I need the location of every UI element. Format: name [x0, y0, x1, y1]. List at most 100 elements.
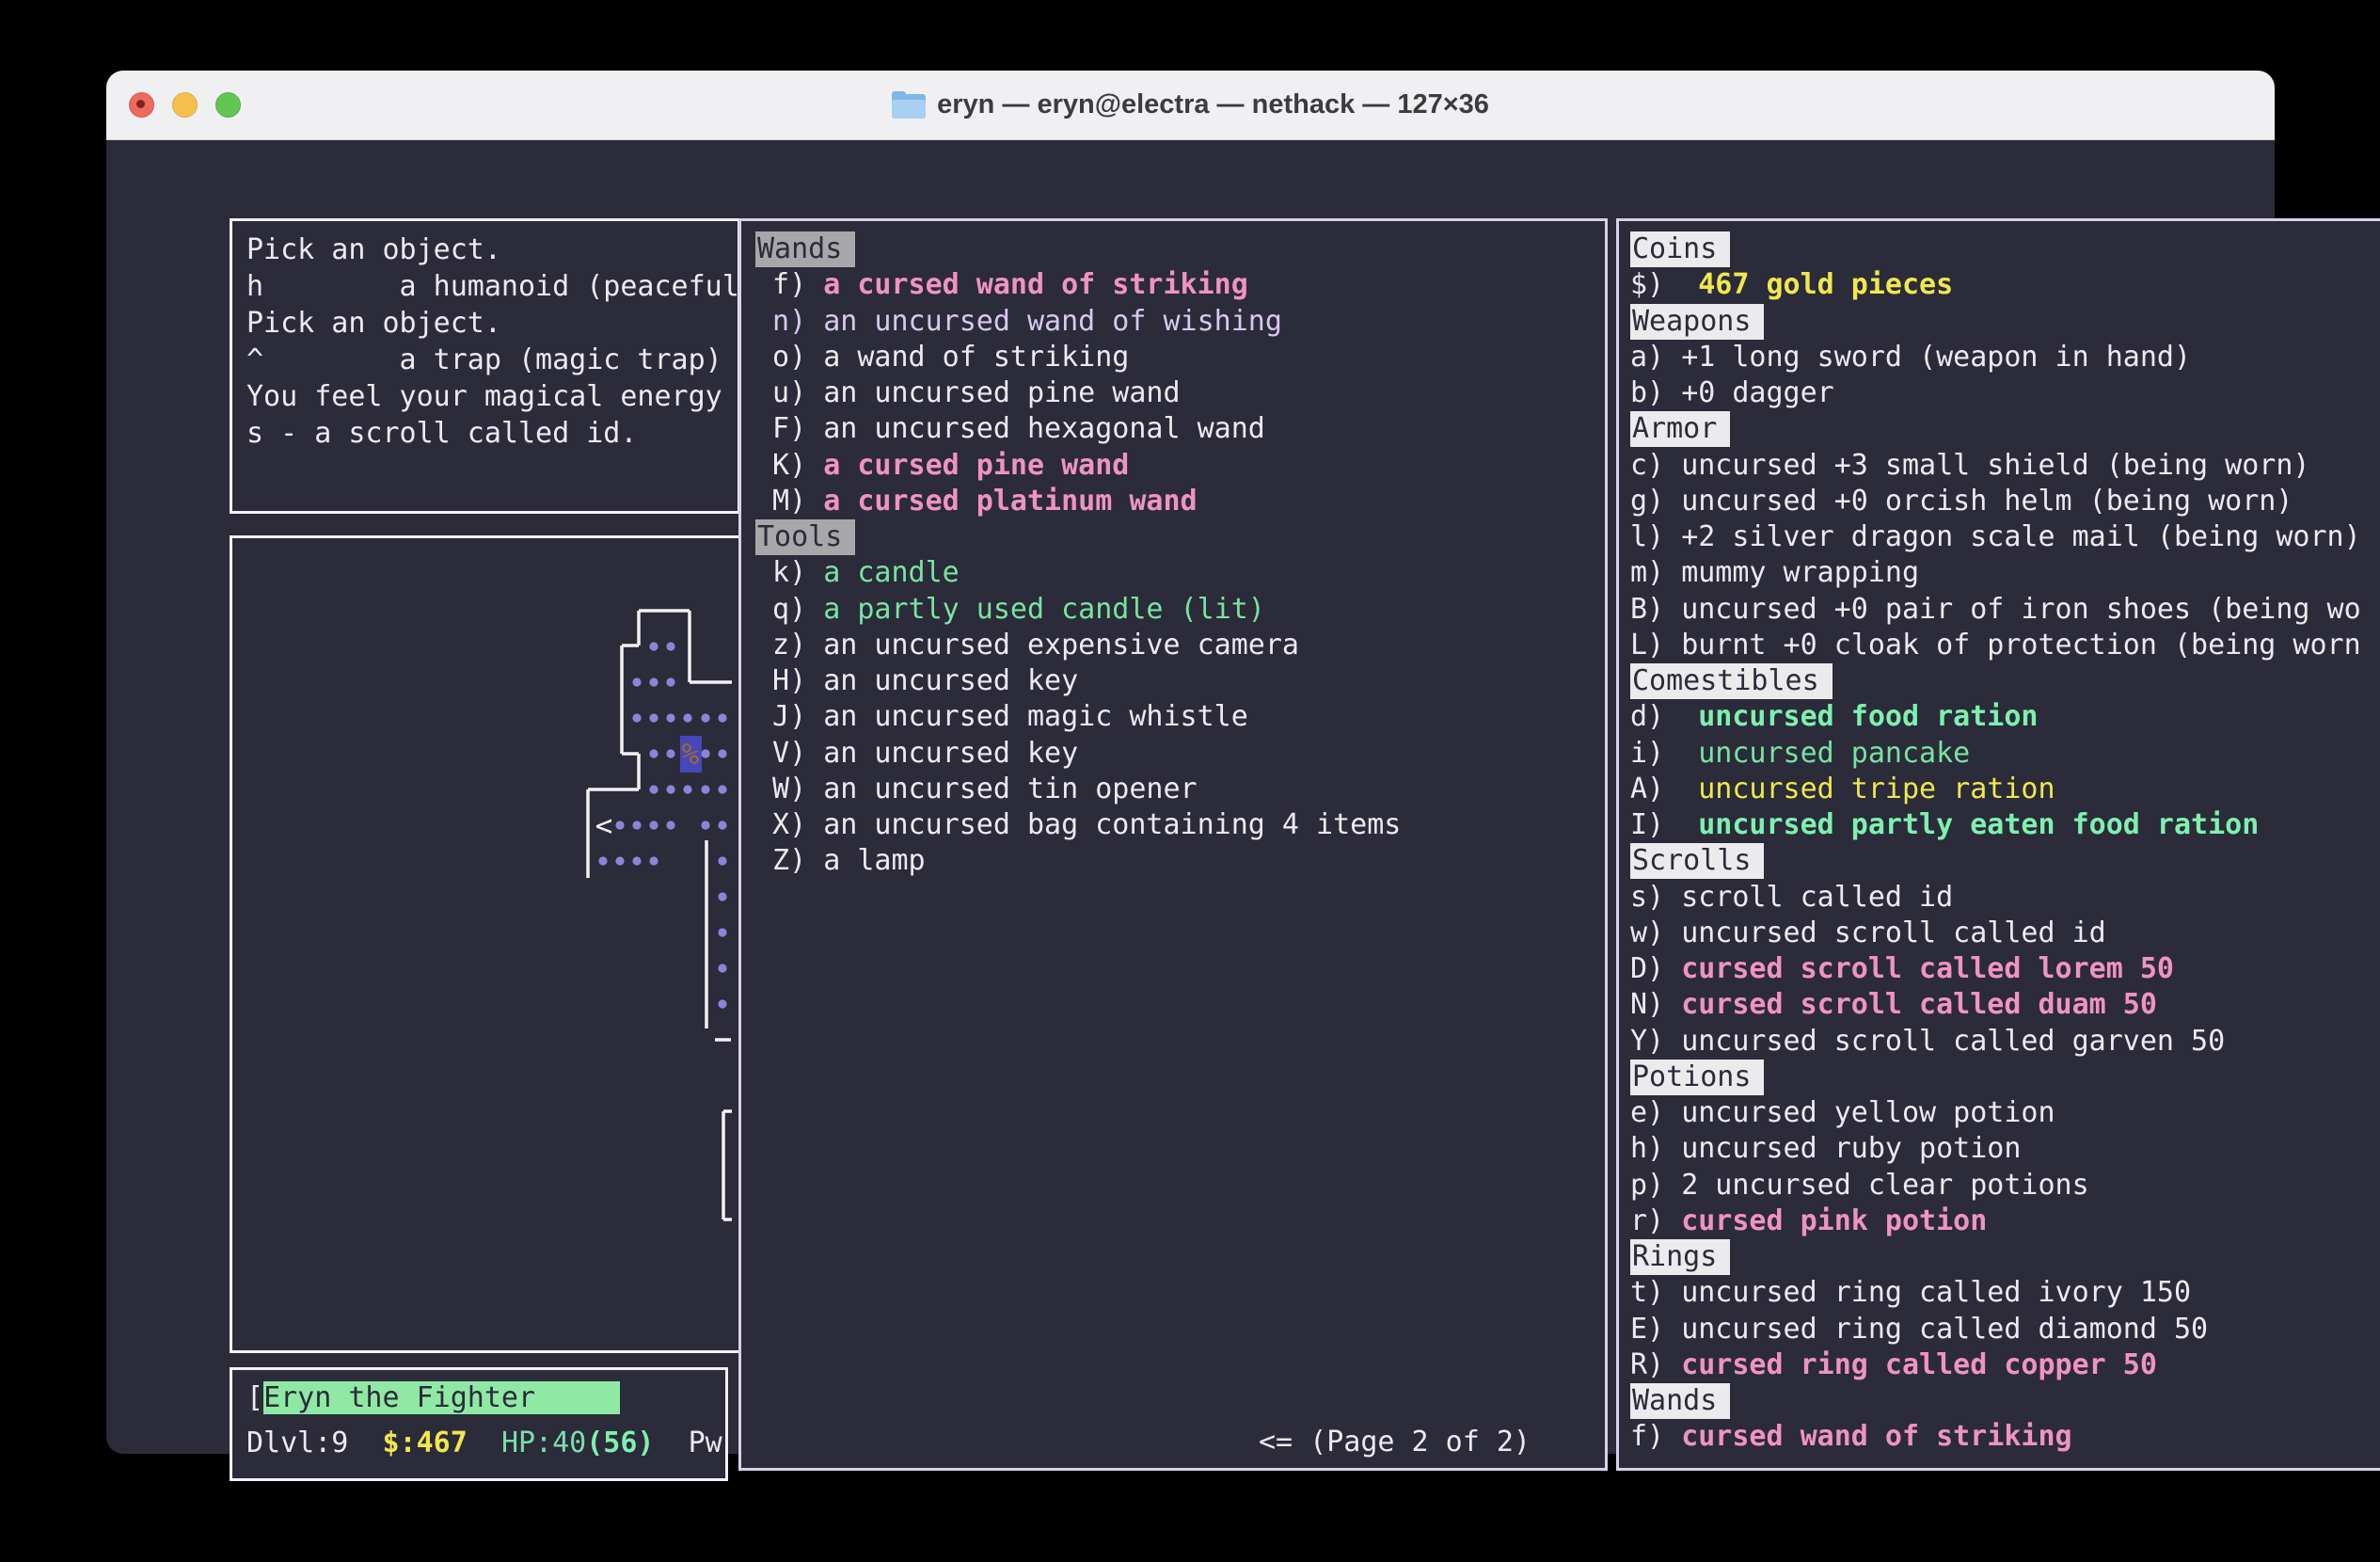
item-letter: d): [1630, 700, 1681, 733]
floor-dot: [666, 642, 674, 650]
floor-dot: [718, 964, 726, 972]
item-letter: M): [755, 485, 823, 518]
inventory-item: h) uncursed ruby potion: [1619, 1130, 2380, 1167]
item-description: a lamp: [823, 844, 925, 877]
floor-dot: [649, 749, 658, 757]
item-letter: u): [755, 376, 823, 409]
status-name-line: [Eryn the Fighter: [246, 1379, 620, 1416]
item-description: uncursed +3 small shield (being worn): [1681, 449, 2309, 482]
floor-dot: [701, 713, 709, 722]
inventory-item: K) a cursed pine wand: [741, 447, 1608, 484]
inventory-item: m) mummy wrapping: [1619, 554, 2380, 591]
item-description: uncursed tripe ration: [1681, 773, 2055, 805]
item-letter: N): [1630, 988, 1681, 1021]
inventory-item: B) uncursed +0 pair of iron shoes (being…: [1619, 591, 2380, 628]
item-description: uncursed +0 pair of iron shoes (being wo: [1681, 593, 2360, 626]
inventory-section-header: Rings: [1619, 1238, 2380, 1275]
title-bar[interactable]: eryn — eryn@electra — nethack — 127×36: [106, 71, 2275, 140]
item-letter: l): [1630, 520, 1681, 553]
item-description: 467 gold pieces: [1681, 268, 1953, 301]
inventory-item: R) cursed ring called copper 50: [1619, 1347, 2380, 1383]
floor-dot: [718, 856, 726, 865]
traffic-lights: [129, 71, 241, 139]
inventory-item: E) uncursed ring called diamond 50: [1619, 1311, 2380, 1347]
inventory-section-header: Wands: [741, 231, 1608, 267]
floor-dot: [701, 749, 709, 757]
dungeon-level: Dlvl:9: [246, 1427, 348, 1459]
inventory-item: r) cursed pink potion: [1619, 1203, 2380, 1239]
inventory-section-header: Comestibles: [1619, 662, 2380, 699]
item-description: an uncursed key: [823, 664, 1078, 697]
inventory-item: a) +1 long sword (weapon in hand): [1619, 339, 2380, 375]
floor-dot: [718, 821, 726, 829]
inventory-section-header: Potions: [1619, 1059, 2380, 1095]
message-line: s - a scroll called id.: [246, 415, 740, 452]
item-letter: e): [1630, 1096, 1681, 1129]
zoom-button[interactable]: [215, 92, 241, 118]
floor-dot: [632, 713, 641, 722]
item-description: a partly used candle (lit): [823, 593, 1265, 626]
window-title-text: eryn — eryn@electra — nethack — 127×36: [937, 89, 1489, 120]
inventory-item: w) uncursed scroll called id: [1619, 915, 2380, 951]
inventory-section-header: Coins: [1619, 231, 2380, 267]
item-description: uncursed pancake: [1681, 737, 1970, 770]
close-button[interactable]: [129, 92, 154, 118]
floor-dot: [683, 785, 691, 793]
minimize-button[interactable]: [172, 92, 198, 118]
inventory-section-header: Weapons: [1619, 303, 2380, 340]
floor-dot: [701, 785, 709, 793]
floor-dot: [666, 713, 674, 722]
full-inventory-pane[interactable]: Coins$) 467 gold piecesWeaponsa) +1 long…: [1616, 218, 2380, 1471]
item-letter: a): [1630, 341, 1681, 374]
item-description: +0 dagger: [1681, 376, 1834, 409]
window-title: eryn — eryn@electra — nethack — 127×36: [892, 89, 1489, 120]
inventory-item: N) cursed scroll called duam 50: [1619, 986, 2380, 1023]
item-description: uncursed scroll called garven 50: [1681, 1025, 2225, 1058]
item-letter: b): [1630, 376, 1681, 409]
item-letter: h): [1630, 1132, 1681, 1165]
item-letter: V): [755, 737, 823, 770]
item-letter: J): [755, 700, 823, 733]
item-description: an uncursed pine wand: [823, 376, 1180, 409]
message-pane[interactable]: Pick an object.h a humanoid (peacefulPic…: [230, 218, 740, 514]
floor-dot: [632, 856, 641, 865]
item-letter: X): [755, 808, 823, 841]
map-pane[interactable]: <%: [230, 535, 742, 1353]
floor-dot: [649, 785, 658, 793]
dungeon-map: <%: [232, 538, 734, 1345]
floor-dot: [718, 928, 726, 936]
floor-dot: [649, 642, 658, 650]
item-description: uncursed ring called ivory 150: [1681, 1276, 2191, 1309]
item-description: an uncursed hexagonal wand: [823, 412, 1265, 445]
inventory-section-header: Tools: [741, 518, 1608, 555]
inventory-item: Y) uncursed scroll called garven 50: [1619, 1023, 2380, 1060]
hp-current: HP:40: [501, 1427, 586, 1459]
inventory-item: A) uncursed tripe ration: [1619, 771, 2380, 807]
floor-dot: [666, 821, 674, 829]
item-description: scroll called id: [1681, 881, 1953, 914]
inventory-page-pane[interactable]: Wands f) a cursed wand of striking n) an…: [738, 218, 1608, 1471]
item-description: cursed wand of striking: [1681, 1420, 2071, 1453]
item-description: uncursed ruby potion: [1681, 1132, 2021, 1165]
item-letter: B): [1630, 593, 1681, 626]
item-letter: A): [1630, 773, 1681, 805]
item-letter: H): [755, 664, 823, 697]
floor-dot: [615, 856, 624, 865]
inventory-section-header: Armor: [1619, 410, 2380, 447]
item-letter: i): [1630, 737, 1681, 770]
item-description: mummy wrapping: [1681, 556, 1919, 589]
inventory-item: L) burnt +0 cloak of protection (being w…: [1619, 627, 2380, 663]
status-pane[interactable]: [Eryn the Fighter Dlvl:9 $:467 HP:40(56)…: [230, 1367, 728, 1481]
inventory-item: $) 467 gold pieces: [1619, 266, 2380, 303]
item-letter: z): [755, 629, 823, 661]
inventory-item: u) an uncursed pine wand: [741, 375, 1608, 411]
item-letter: p): [1630, 1169, 1681, 1202]
item-description: uncursed ring called diamond 50: [1681, 1313, 2208, 1346]
inventory-item: g) uncursed +0 orcish helm (being worn): [1619, 483, 2380, 519]
item-letter: Y): [1630, 1025, 1681, 1058]
item-description: +1 long sword (weapon in hand): [1681, 341, 2191, 374]
item-description: uncursed partly eaten food ration: [1681, 808, 2259, 841]
item-letter: W): [755, 773, 823, 805]
item-description: cursed ring called copper 50: [1681, 1348, 2157, 1381]
item-description: a cursed platinum wand: [823, 485, 1197, 518]
